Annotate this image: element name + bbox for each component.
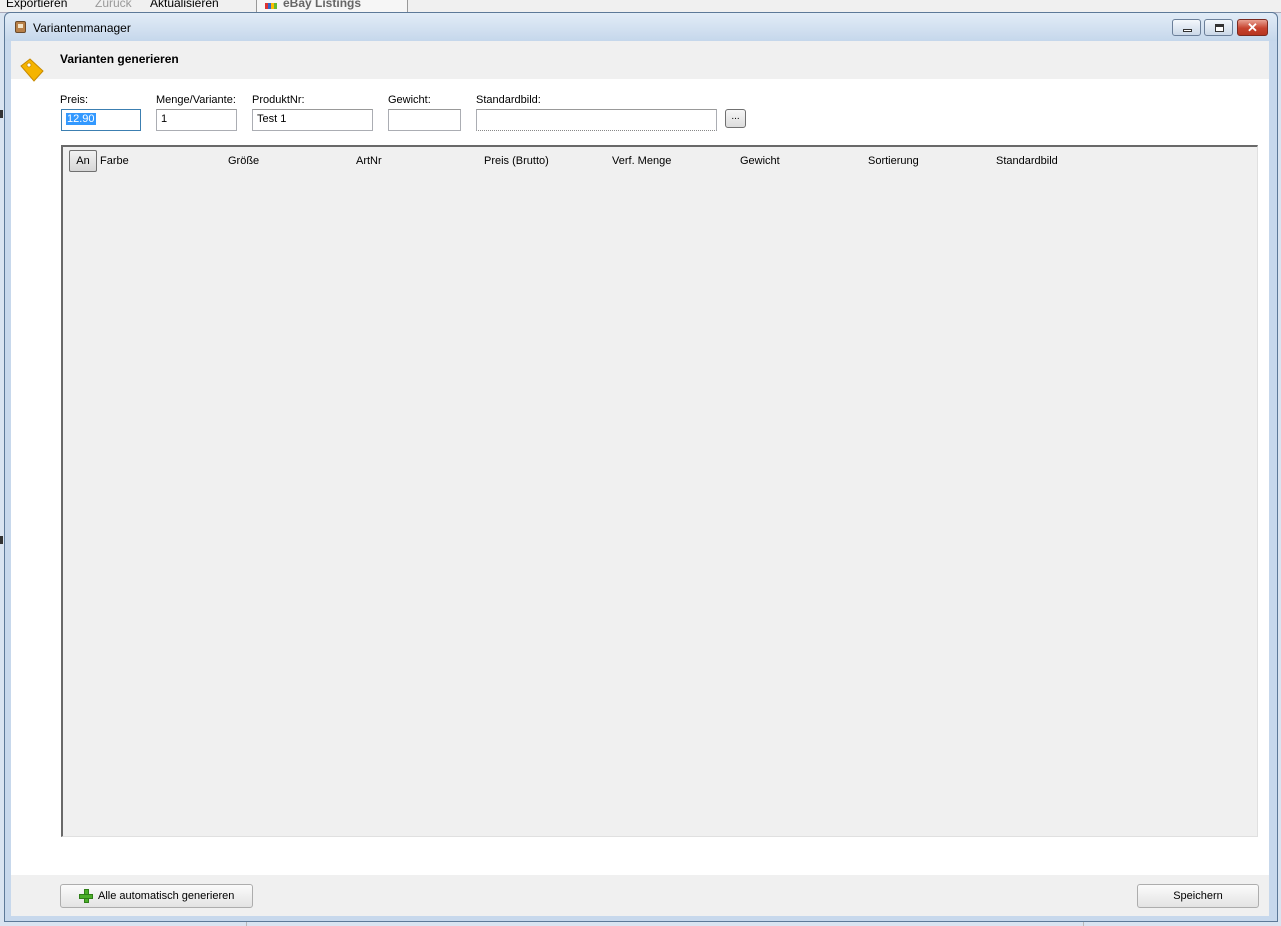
bg-refresh-button: Aktualisieren	[150, 0, 219, 10]
browse-image-button[interactable]: ...	[725, 109, 746, 128]
dialog-footer: Alle automatisch generieren Speichern	[11, 875, 1269, 916]
produktnr-label: ProduktNr:	[252, 94, 305, 106]
preis-input[interactable]: 12.90	[61, 109, 141, 131]
standardbild-label: Standardbild:	[476, 94, 541, 106]
produktnr-input[interactable]: Test 1	[252, 109, 373, 131]
gewicht-label: Gewicht:	[388, 94, 431, 106]
menge-label: Menge/Variante:	[156, 94, 236, 106]
bg-export-button: Exportieren	[6, 0, 68, 10]
close-icon: ✕	[1247, 20, 1258, 35]
ebay-logo-icon	[265, 3, 277, 9]
dialog-header: Varianten generieren	[11, 41, 1269, 82]
close-button[interactable]: ✕	[1237, 19, 1268, 36]
title-bar[interactable]: Variantenmanager ✕	[5, 13, 1277, 41]
generate-all-button[interactable]: Alle automatisch generieren	[60, 884, 253, 908]
variants-grid[interactable]: An Farbe Größe ArtNr Preis (Brutto) Verf…	[61, 145, 1258, 837]
variantenmanager-window: Variantenmanager ✕ Varianten generieren …	[4, 12, 1278, 922]
column-header-gewicht[interactable]: Gewicht	[740, 155, 780, 167]
column-header-standardbild[interactable]: Standardbild	[996, 155, 1058, 167]
column-header-farbe[interactable]: Farbe	[100, 155, 129, 167]
standardbild-input[interactable]	[476, 109, 717, 131]
app-icon	[15, 21, 26, 33]
generate-all-label: Alle automatisch generieren	[98, 890, 235, 902]
plus-icon	[79, 889, 93, 903]
gewicht-input[interactable]	[388, 109, 461, 131]
price-tag-icon	[20, 58, 44, 82]
save-button[interactable]: Speichern	[1137, 884, 1259, 908]
bg-back-button: Zurück	[95, 0, 132, 10]
window-title: Variantenmanager	[33, 21, 131, 35]
minimize-button[interactable]	[1172, 19, 1201, 36]
column-header-preis-brutto[interactable]: Preis (Brutto)	[484, 155, 549, 167]
column-header-groesse[interactable]: Größe	[228, 155, 259, 167]
bg-edge-mark	[0, 110, 3, 118]
bg-edge-mark	[0, 536, 3, 544]
column-header-verf-menge[interactable]: Verf. Menge	[612, 155, 671, 167]
column-header-sortierung[interactable]: Sortierung	[868, 155, 919, 167]
column-header-artnr[interactable]: ArtNr	[356, 155, 382, 167]
preis-label: Preis:	[60, 94, 89, 106]
bg-ebay-tab-label: eBay Listings	[283, 0, 362, 10]
toggle-all-button[interactable]: An	[69, 150, 97, 172]
maximize-button[interactable]	[1204, 19, 1233, 36]
dialog-content: Varianten generieren Preis: Menge/Varian…	[11, 41, 1269, 916]
page-title: Varianten generieren	[60, 52, 179, 66]
preis-value: 12.90	[66, 113, 96, 125]
menge-input[interactable]: 1	[156, 109, 237, 131]
